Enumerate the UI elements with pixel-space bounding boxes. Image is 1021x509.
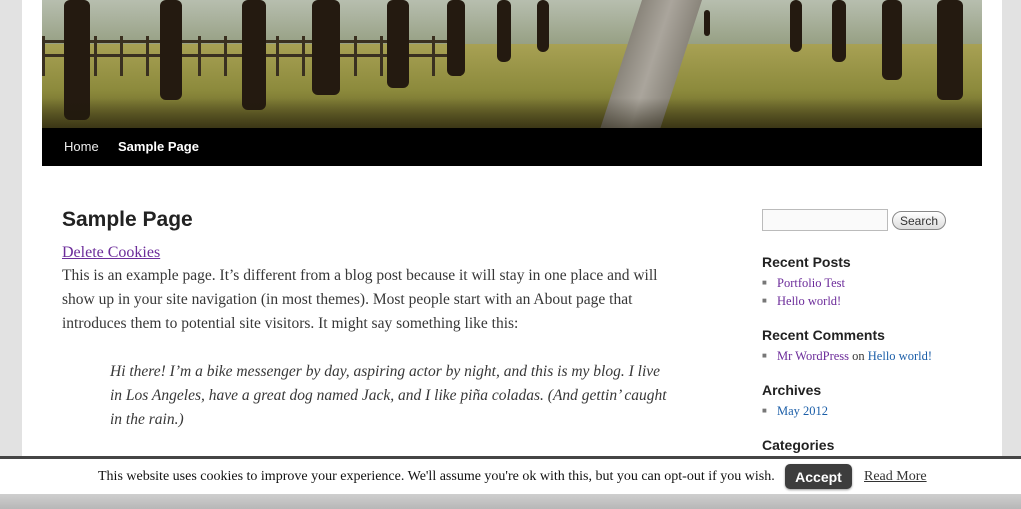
list-item: May 2012 xyxy=(762,402,962,420)
banner-tree xyxy=(537,0,549,52)
nav-item-home[interactable]: Home xyxy=(64,139,99,154)
read-more-link[interactable]: Read More xyxy=(864,469,927,485)
banner-tree xyxy=(242,0,266,110)
browser-bottom-strip xyxy=(0,494,1021,509)
banner-tree xyxy=(160,0,182,100)
page-title: Sample Page xyxy=(62,208,193,231)
page-quote: Hi there! I’m a bike messenger by day, a… xyxy=(110,363,667,428)
list-item: Mr WordPress on Hello world! xyxy=(762,347,962,365)
categories-widget: Categories xyxy=(762,437,962,453)
search-form: Search xyxy=(762,208,962,234)
sidebar: Search Recent Posts Portfolio Test Hello… xyxy=(762,208,962,470)
recent-post-link[interactable]: Hello world! xyxy=(777,294,841,308)
nav-item-sample-page[interactable]: Sample Page xyxy=(118,139,199,154)
banner-walker xyxy=(704,10,710,36)
header-banner-image xyxy=(42,0,982,128)
accept-button[interactable]: Accept xyxy=(785,464,852,489)
recent-posts-title: Recent Posts xyxy=(762,254,851,270)
recent-post-link[interactable]: Portfolio Test xyxy=(777,276,845,290)
banner-shadow xyxy=(42,98,982,128)
search-input[interactable] xyxy=(762,209,888,231)
main-content: Sample Page Delete Cookies This is an ex… xyxy=(62,208,692,432)
main-navigation: Home Sample Page xyxy=(42,128,982,166)
delete-cookies-link[interactable]: Delete Cookies xyxy=(62,244,160,262)
banner-tree xyxy=(937,0,963,100)
cookie-message: This website uses cookies to improve you… xyxy=(98,469,775,484)
banner-tree xyxy=(882,0,902,80)
recent-posts-widget: Recent Posts Portfolio Test Hello world! xyxy=(762,254,962,310)
comment-post-link[interactable]: Hello world! xyxy=(868,349,932,363)
archive-link[interactable]: May 2012 xyxy=(777,404,828,418)
recent-comments-widget: Recent Comments Mr WordPress on Hello wo… xyxy=(762,327,962,365)
banner-tree xyxy=(312,0,340,95)
archives-widget: Archives May 2012 xyxy=(762,382,962,420)
banner-tree xyxy=(387,0,409,88)
banner-tree xyxy=(832,0,846,62)
list-item: Portfolio Test xyxy=(762,274,962,292)
cookie-consent-bar: This website uses cookies to improve you… xyxy=(0,456,1021,494)
banner-tree xyxy=(447,0,465,76)
categories-title: Categories xyxy=(762,437,835,453)
page-wrapper: Home Sample Page Sample Page Delete Cook… xyxy=(22,0,1002,509)
list-item: Hello world! xyxy=(762,292,962,310)
banner-tree xyxy=(497,0,511,62)
banner-tree xyxy=(790,0,802,52)
page-paragraph: This is an example page. It’s different … xyxy=(62,267,658,332)
recent-comments-title: Recent Comments xyxy=(762,327,885,343)
search-button[interactable]: Search xyxy=(892,211,946,230)
archives-title: Archives xyxy=(762,382,822,398)
comment-connector: on xyxy=(852,349,865,363)
comment-author-link[interactable]: Mr WordPress xyxy=(777,349,849,363)
